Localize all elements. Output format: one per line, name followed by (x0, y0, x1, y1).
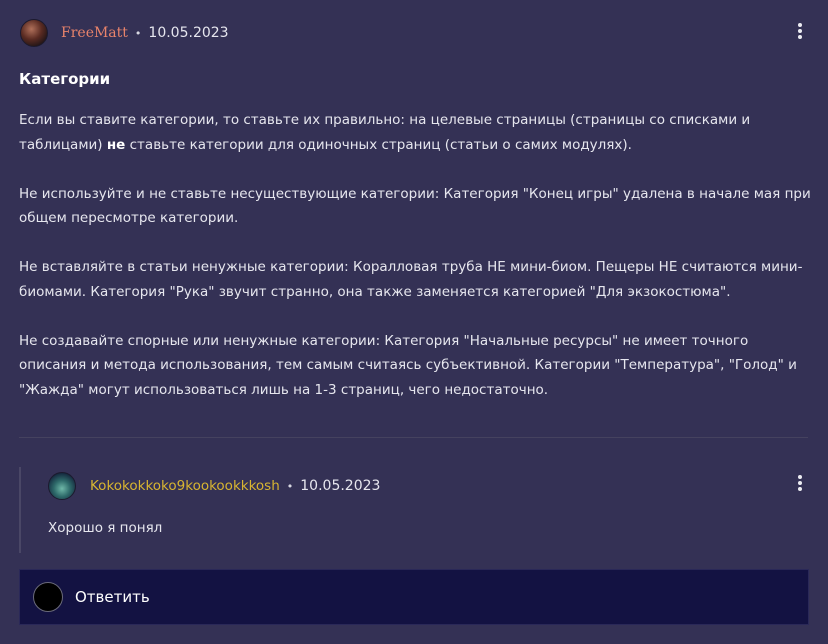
divider (19, 437, 808, 438)
author-name-link[interactable]: FreeMatt (61, 25, 128, 41)
paragraph-2: Не используйте и не ставьте несуществующ… (19, 185, 811, 227)
paragraph-1-bold: не (106, 136, 126, 153)
paragraph-4: Не создавайте спорные или ненужные катег… (19, 332, 797, 398)
post-header: FreeMatt • 10.05.2023 (20, 18, 229, 48)
reply-text: Хорошо я понял (48, 520, 163, 536)
header-separator: • (134, 26, 142, 40)
reply-date: 10.05.2023 (300, 478, 381, 494)
reply-input-box[interactable]: Ответить (19, 569, 809, 625)
paragraph-3: Не вставляйте в статьи ненужные категори… (19, 259, 803, 300)
reply-comment: Kokokokkoko9kookookkkosh • 10.05.2023 Хо… (19, 467, 809, 553)
author-avatar[interactable] (20, 19, 48, 47)
post-title: Категории (19, 70, 111, 88)
reply-header-separator: • (286, 479, 294, 493)
more-vertical-icon[interactable] (794, 21, 806, 41)
current-user-avatar (33, 582, 63, 612)
post-date: 10.05.2023 (148, 25, 229, 41)
post-body: Если вы ставите категории, то ставьте их… (19, 108, 815, 427)
comment-post: FreeMatt • 10.05.2023 Категории Если вы … (0, 0, 828, 644)
more-vertical-icon[interactable] (794, 473, 806, 493)
paragraph-1-rest: ставьте категории для одиночных страниц … (125, 136, 632, 153)
reply-header: Kokokokkoko9kookookkkosh • 10.05.2023 (48, 472, 380, 500)
reply-input-placeholder[interactable]: Ответить (75, 588, 150, 606)
reply-author-name-link[interactable]: Kokokokkoko9kookookkkosh (90, 478, 280, 494)
paragraph-1: Если вы ставите категории, то ставьте их… (19, 108, 815, 157)
reply-author-avatar[interactable] (48, 472, 76, 500)
